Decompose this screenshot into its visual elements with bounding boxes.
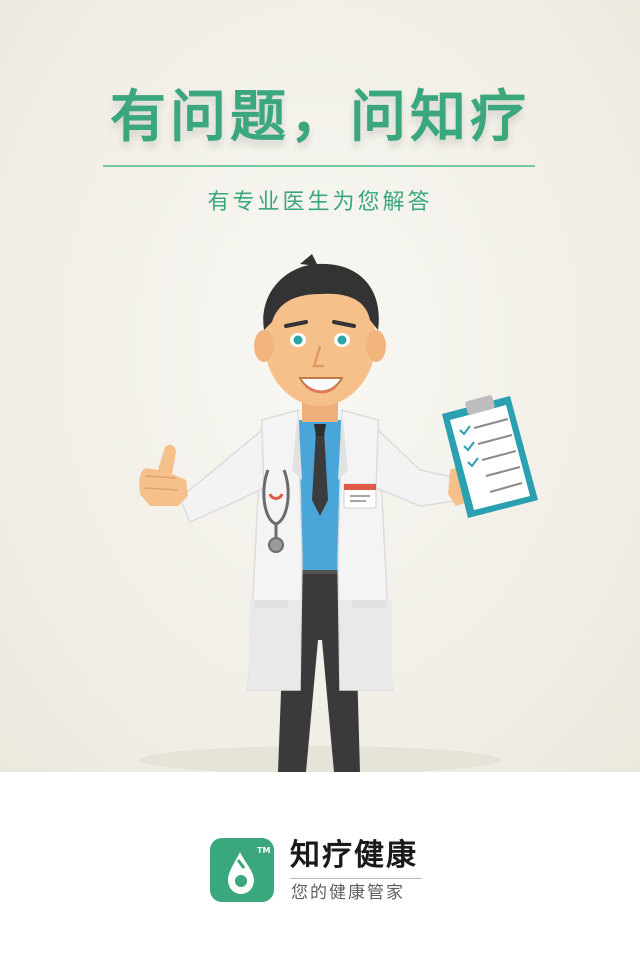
brand-footer: TM 知疗健康 您的健康管家 [0,772,640,960]
headline-divider [103,165,535,167]
splash-background: 有问题，问知疗 有专业医生为您解答 [0,0,640,772]
doctor-illustration [139,254,538,772]
id-badge-icon [343,483,377,509]
app-name: 知疗健康 [290,838,418,873]
splash-subtitle: 有专业医生为您解答 [207,190,433,215]
app-slogan: 您的健康管家 [291,883,405,903]
splash-headline: 有问题，问知疗 [110,85,530,150]
app-name-divider [290,878,422,879]
trademark-label: TM [257,846,270,855]
app-logo-icon: TM [210,838,274,902]
